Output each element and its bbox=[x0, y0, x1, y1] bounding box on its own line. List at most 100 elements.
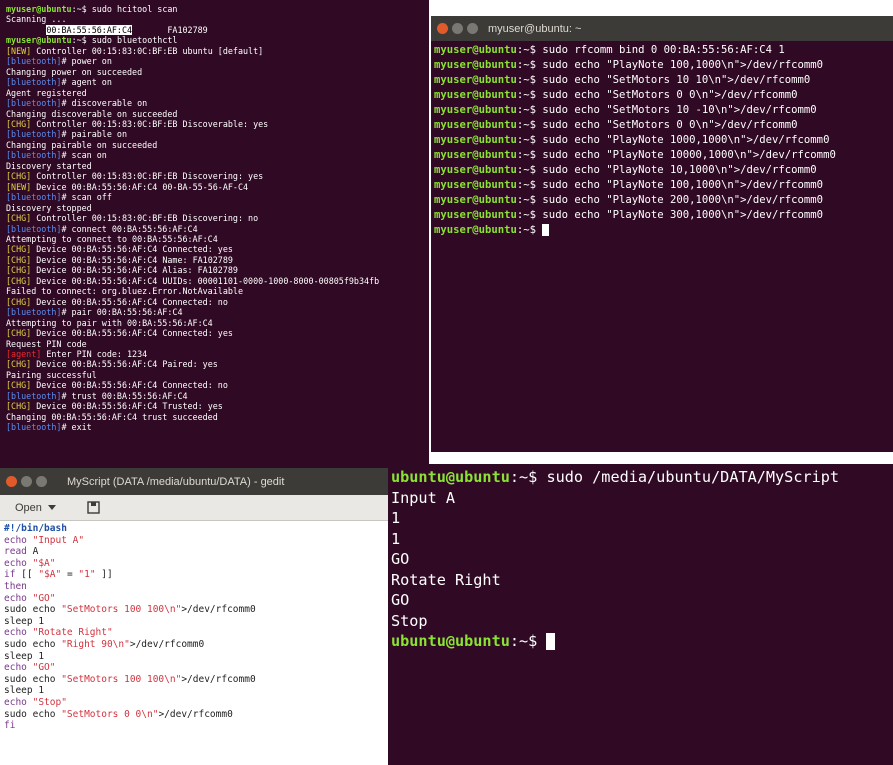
line-text: Discovery started bbox=[6, 160, 92, 171]
prompt-text: myuser@ubuntu bbox=[434, 44, 517, 56]
line-text: [CHG] bbox=[6, 380, 32, 391]
output-line: [CHG] Device 00:BA:55:56:AF:C4 Connected… bbox=[6, 328, 429, 338]
line-text: ]] bbox=[95, 569, 113, 581]
line-text: # scan off bbox=[61, 192, 112, 203]
line-text: Input A bbox=[391, 488, 456, 507]
line-text: Controller 00:15:83:0C:BF:EB Discovering… bbox=[31, 171, 264, 182]
output-line: echo "GO" bbox=[4, 593, 388, 605]
line-text: [bluetooth] bbox=[6, 422, 62, 433]
prompt-text: myuser@ubuntu bbox=[6, 35, 72, 46]
minimize-icon[interactable] bbox=[452, 23, 463, 34]
line-text: Device 00:BA:55:56:AF:C4 Connected: yes bbox=[31, 328, 233, 339]
output-line: [CHG] Device 00:BA:55:56:AF:C4 Name: FA1… bbox=[6, 255, 429, 265]
prompt-text: myuser@ubuntu bbox=[434, 89, 517, 101]
prompt-text: myuser@ubuntu bbox=[434, 149, 517, 161]
terminal-output: myuser@ubuntu:~$ sudo hcitool scan Scanni… bbox=[6, 4, 429, 433]
line-text: Discovery stopped bbox=[6, 202, 92, 213]
output-line: [bluetooth]# pair 00:BA:55:56:AF:C4 bbox=[6, 307, 429, 317]
prompt-text: myuser@ubuntu bbox=[434, 104, 517, 116]
line-text: "$A" bbox=[38, 569, 62, 581]
line-text: GO bbox=[391, 550, 410, 568]
output-line: Discovery stopped bbox=[6, 203, 429, 213]
line-text: "SetMotors 100 100\n" bbox=[61, 604, 182, 616]
output-line: Attempting to pair with 00:BA:55:56:AF:C… bbox=[6, 318, 429, 328]
output-line: GO bbox=[391, 549, 893, 570]
close-icon[interactable] bbox=[6, 476, 17, 487]
line-text: "1" bbox=[78, 569, 96, 581]
line-text: :~$ sudo echo "SetMotors 10 -10\n">/dev/… bbox=[516, 104, 817, 116]
line-text: "GO" bbox=[32, 592, 56, 604]
line-text: :~$ sudo echo "PlayNote 200,1000\n">/dev… bbox=[516, 194, 824, 206]
prompt-text: myuser@ubuntu bbox=[434, 119, 517, 131]
terminal-bluetoothctl[interactable]: myuser@ubuntu:~$ sudo hcitool scan Scanni… bbox=[0, 0, 429, 468]
output-line: [CHG] Device 00:BA:55:56:AF:C4 Alias: FA… bbox=[6, 265, 429, 275]
line-text: :~$ sudo echo "PlayNote 10,1000\n">/dev/… bbox=[516, 164, 817, 176]
output-line: sudo echo "SetMotors 100 100\n">/dev/rfc… bbox=[4, 674, 388, 686]
open-button-label: Open bbox=[15, 501, 42, 514]
line-text: Changing pairable on succeeded bbox=[6, 139, 158, 150]
line-text: Device 00:BA:55:56:AF:C4 Name: FA102789 bbox=[31, 254, 233, 265]
output-line: [bluetooth]# trust 00:BA:55:56:AF:C4 bbox=[6, 391, 429, 401]
line-text: "Stop" bbox=[32, 696, 67, 708]
output-line: myuser@ubuntu:~$ sudo bluetoothctl bbox=[6, 35, 429, 45]
output-line: [NEW] Device 00:BA:55:56:AF:C4 00-BA-55-… bbox=[6, 182, 429, 192]
output-line: Stop bbox=[391, 611, 893, 632]
line-text: Changing discoverable on succeeded bbox=[6, 108, 178, 119]
line-text: "Input A" bbox=[32, 534, 85, 546]
line-text: [CHG] bbox=[6, 328, 32, 339]
save-button[interactable] bbox=[87, 501, 100, 514]
output-line: myuser@ubuntu:~$ sudo echo "PlayNote 100… bbox=[434, 148, 893, 163]
line-text: "Rotate Right" bbox=[32, 627, 113, 639]
line-text: echo bbox=[4, 627, 33, 639]
prompt-text: myuser@ubuntu bbox=[434, 164, 517, 176]
prompt-text: ubuntu@ubuntu bbox=[391, 632, 510, 650]
output-line: sleep 1 bbox=[4, 685, 388, 697]
line-text: :~$ sudo hcitool scan bbox=[71, 4, 178, 14]
output-line: myuser@ubuntu:~$ sudo echo "PlayNote 100… bbox=[434, 58, 893, 73]
line-text: # pair 00:BA:55:56:AF:C4 bbox=[61, 307, 183, 318]
line-text: # power on bbox=[61, 56, 112, 67]
terminal-output: ubuntu@ubuntu:~$ sudo /media/ubuntu/DATA… bbox=[391, 467, 893, 652]
line-text: Changing 00:BA:55:56:AF:C4 trust succeed… bbox=[6, 411, 218, 422]
prompt-text: myuser@ubuntu bbox=[434, 224, 517, 236]
output-line: if [[ "$A" = "1" ]] bbox=[4, 569, 388, 581]
open-button[interactable]: Open bbox=[6, 499, 65, 517]
line-text: [bluetooth] bbox=[6, 150, 62, 161]
close-icon[interactable] bbox=[437, 23, 448, 34]
output-line: sleep 1 bbox=[4, 651, 388, 663]
terminal-rfcomm-window[interactable]: myuser@ubuntu: ~ myuser@ubuntu:~$ sudo r… bbox=[431, 16, 893, 452]
terminal-script-output[interactable]: ubuntu@ubuntu:~$ sudo /media/ubuntu/DATA… bbox=[388, 464, 893, 765]
window-titlebar: myuser@ubuntu: ~ bbox=[431, 16, 893, 41]
line-text: echo bbox=[4, 557, 33, 569]
line-text: # trust 00:BA:55:56:AF:C4 bbox=[61, 390, 188, 401]
line-text: :~$ sudo echo "PlayNote 1000,1000\n">/de… bbox=[516, 134, 830, 146]
output-line: [bluetooth]# scan off bbox=[6, 192, 429, 202]
line-text: sudo echo bbox=[4, 673, 62, 685]
output-line: Scanning ... bbox=[6, 14, 429, 24]
output-line: myuser@ubuntu:~$ sudo echo "PlayNote 100… bbox=[434, 133, 893, 148]
output-line: [CHG] Device 00:BA:55:56:AF:C4 Connected… bbox=[6, 380, 429, 390]
output-line: then bbox=[4, 581, 388, 593]
output-line: myuser@ubuntu:~$ sudo echo "SetMotors 10… bbox=[434, 73, 893, 88]
line-text: = bbox=[61, 569, 79, 581]
code-editor[interactable]: #!/bin/bash echo "Input A" read Aecho "$A"… bbox=[0, 521, 388, 732]
line-text: fi bbox=[4, 720, 16, 732]
output-line: [agent] Enter PIN code: 1234 bbox=[6, 349, 429, 359]
maximize-icon[interactable] bbox=[467, 23, 478, 34]
output-line: myuser@ubuntu:~$ sudo echo "SetMotors 10… bbox=[434, 103, 893, 118]
line-text: 1 bbox=[391, 509, 401, 527]
output-line: read A bbox=[4, 546, 388, 558]
line-text: [CHG] bbox=[6, 213, 32, 224]
output-line: myuser@ubuntu:~$ sudo hcitool scan bbox=[6, 4, 429, 14]
output-line: Attempting to connect to 00:BA:55:56:AF:… bbox=[6, 234, 429, 244]
line-text: Controller 00:15:83:0C:BF:EB Discoverabl… bbox=[31, 118, 269, 129]
line-text: [bluetooth] bbox=[6, 77, 62, 88]
line-text: sleep 1 bbox=[4, 615, 45, 627]
maximize-icon[interactable] bbox=[36, 476, 47, 487]
gedit-window[interactable]: MyScript (DATA /media/ubuntu/DATA) - ged… bbox=[0, 468, 388, 765]
output-line: echo "GO" bbox=[4, 662, 388, 674]
line-text: FA102789 bbox=[132, 24, 208, 35]
window-title: MyScript (DATA /media/ubuntu/DATA) - ged… bbox=[67, 475, 285, 488]
minimize-icon[interactable] bbox=[21, 476, 32, 487]
output-line: [CHG] Controller 00:15:83:0C:BF:EB Disco… bbox=[6, 213, 429, 223]
